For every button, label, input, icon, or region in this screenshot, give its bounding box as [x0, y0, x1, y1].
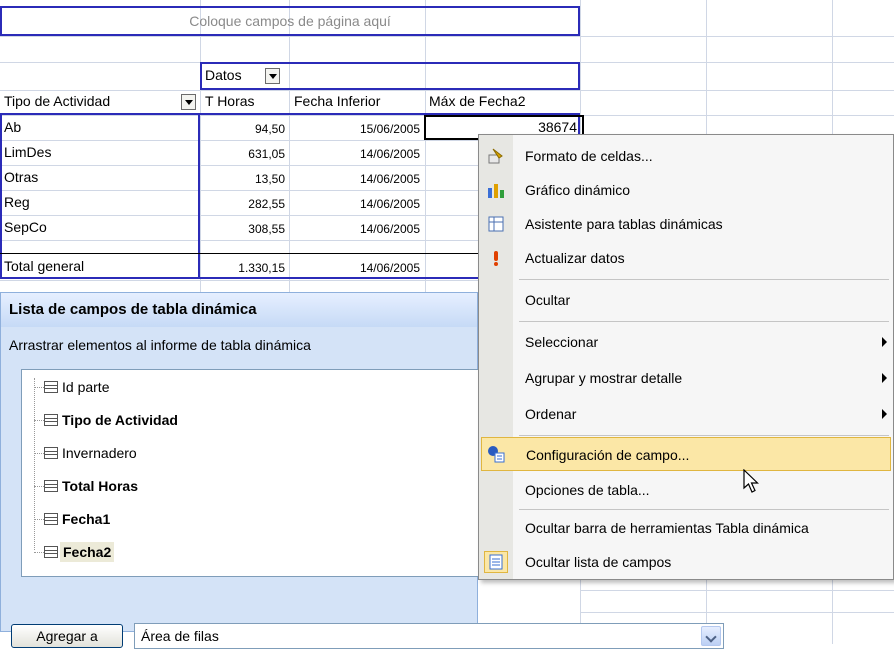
header-max-fecha2: Máx de Fecha2 [429, 93, 526, 109]
tree-connector [34, 519, 44, 520]
menu-item-hide-pivot-toolbar[interactable]: Ocultar barra de herramientas Tabla diná… [513, 511, 893, 545]
chevron-down-icon[interactable] [701, 626, 721, 646]
pivot-divider [198, 113, 200, 279]
grid-line [580, 590, 894, 591]
menu-item-hide[interactable]: Ocultar [513, 283, 893, 317]
field-icon [44, 546, 58, 558]
field-icon [44, 447, 58, 459]
menu-item-format-cells[interactable]: Formato de celdas... [513, 139, 893, 173]
row-fecha: 14/06/2005 [359, 172, 420, 186]
field-tree: Id parte Tipo de Actividad Invernadero T… [21, 369, 491, 577]
row-label: SepCo [4, 219, 47, 235]
pivot-chart-icon [488, 184, 504, 198]
menu-separator [519, 435, 889, 436]
menu-item-select[interactable]: Seleccionar [513, 325, 893, 359]
data-dropdown-button[interactable] [265, 68, 280, 84]
menu-item-label: Ocultar lista de campos [525, 554, 672, 570]
tree-connector [34, 453, 44, 454]
field-settings-icon [488, 446, 505, 463]
data-field-header [200, 62, 580, 90]
row-fecha: 14/06/2005 [359, 197, 420, 211]
menu-item-label: Opciones de tabla... [525, 482, 650, 498]
field-icon [44, 381, 58, 393]
menu-item-label: Agrupar y mostrar detalle [525, 370, 683, 386]
menu-item-refresh-data[interactable]: Actualizar datos [513, 241, 893, 275]
field-label: Total Horas [62, 478, 138, 494]
tree-connector [34, 378, 36, 550]
menu-item-label: Configuración de campo... [526, 447, 690, 463]
menu-item-field-settings[interactable]: Configuración de campo... [481, 437, 891, 471]
data-label: Datos [205, 67, 242, 83]
menu-item-hide-field-list[interactable]: Ocultar lista de campos [513, 545, 893, 579]
menu-separator [519, 279, 889, 280]
menu-item-group-show-detail[interactable]: Agrupar y mostrar detalle [513, 361, 893, 395]
panel-title: Lista de campos de tabla dinámica [1, 293, 477, 327]
context-menu: Formato de celdas... Gráfico dinámico As… [478, 134, 894, 580]
menu-item-label: Seleccionar [525, 334, 599, 350]
menu-item-label: Ordenar [525, 406, 577, 422]
row-fecha: 14/06/2005 [359, 222, 420, 236]
menu-item-label: Asistente para tablas dinámicas [525, 216, 723, 232]
page-field-prompt: Coloque campos de página aquí [189, 13, 391, 29]
pivot-field-list-panel: Lista de campos de tabla dinámica Arrast… [0, 292, 724, 649]
refresh-data-icon [494, 251, 498, 266]
header-tipo-actividad: Tipo de Actividad [4, 93, 111, 109]
row-label: LimDes [4, 144, 52, 160]
field-icon [44, 480, 58, 492]
field-label: Id parte [62, 379, 110, 395]
tipo-actividad-dropdown-button[interactable] [181, 94, 196, 110]
total-horas: 1.330,15 [238, 261, 285, 275]
field-icon [44, 414, 58, 426]
tree-connector [34, 552, 44, 553]
header-fecha-inferior: Fecha Inferior [294, 93, 381, 109]
menu-item-pivot-wizard[interactable]: Asistente para tablas dinámicas [513, 207, 893, 241]
field-label: Fecha1 [62, 511, 111, 527]
menu-separator [519, 509, 889, 510]
submenu-arrow-icon [882, 337, 887, 347]
tree-connector [34, 420, 44, 421]
menu-icon-gutter [479, 135, 513, 579]
menu-separator [519, 321, 889, 322]
row-fecha: 14/06/2005 [359, 147, 420, 161]
menu-item-table-options[interactable]: Opciones de tabla... [513, 473, 893, 507]
total-fecha: 14/06/2005 [359, 261, 420, 275]
submenu-arrow-icon [882, 373, 887, 383]
row-label: Otras [4, 169, 39, 185]
field-label: Invernadero [62, 445, 137, 461]
row-label: Ab [4, 119, 22, 135]
field-label: Fecha2 [60, 542, 115, 562]
panel-subtitle: Arrastrar elementos al informe de tabla … [9, 337, 311, 353]
menu-item-label: Ocultar [525, 292, 571, 308]
menu-item-label: Gráfico dinámico [525, 182, 631, 198]
mouse-cursor-icon [743, 469, 759, 493]
field-list-icon [484, 551, 508, 573]
area-select[interactable]: Área de filas [134, 623, 724, 649]
row-label: Reg [4, 194, 30, 210]
header-t-horas: T Horas [205, 93, 255, 109]
row-fecha: 15/06/2005 [359, 122, 420, 136]
menu-item-sort[interactable]: Ordenar [513, 397, 893, 431]
page-field-drop-area[interactable]: Coloque campos de página aquí [0, 6, 580, 36]
menu-item-label: Actualizar datos [525, 250, 625, 266]
row-horas: 94,50 [254, 122, 285, 136]
add-to-button[interactable]: Agregar a [11, 624, 123, 648]
menu-item-label: Ocultar barra de herramientas Tabla diná… [525, 520, 809, 536]
submenu-arrow-icon [882, 409, 887, 419]
grid-line [0, 36, 894, 37]
row-horas: 13,50 [254, 172, 285, 186]
field-icon [44, 513, 58, 525]
menu-item-label: Formato de celdas... [525, 148, 653, 164]
tree-connector [34, 387, 44, 388]
row-horas: 308,55 [248, 222, 285, 236]
menu-item-pivot-chart[interactable]: Gráfico dinámico [513, 173, 893, 207]
area-select-value: Área de filas [141, 628, 219, 644]
row-horas: 631,05 [248, 147, 285, 161]
total-label: Total general [4, 258, 85, 274]
row-horas: 282,55 [248, 197, 285, 211]
field-label: Tipo de Actividad [62, 412, 178, 428]
tree-connector [34, 486, 44, 487]
pivot-wizard-icon [488, 216, 504, 232]
grid-line [580, 612, 894, 613]
format-cells-icon [488, 148, 503, 164]
